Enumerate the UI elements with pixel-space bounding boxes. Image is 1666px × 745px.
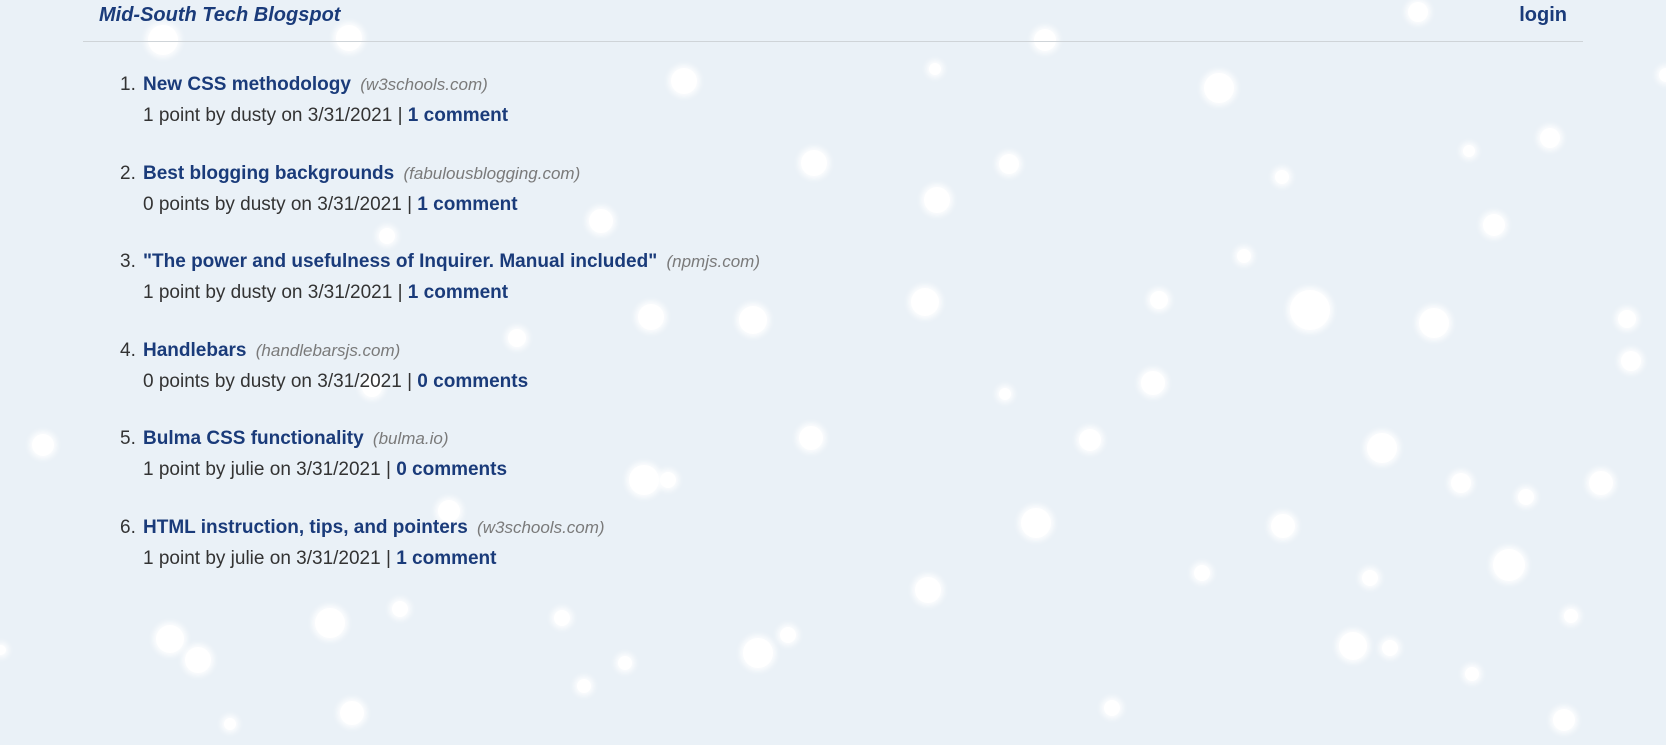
snowflake bbox=[1493, 549, 1525, 581]
post-comments-link[interactable]: 1 comment bbox=[396, 548, 496, 569]
snowflake bbox=[1618, 310, 1636, 328]
snowflake bbox=[924, 187, 950, 213]
snowflake bbox=[638, 304, 664, 330]
snowflake bbox=[1104, 700, 1120, 716]
snowflake bbox=[340, 701, 364, 725]
site-brand-link[interactable]: Mid-South Tech Blogspot bbox=[99, 4, 340, 27]
snowflake bbox=[508, 329, 526, 347]
snowflake bbox=[739, 306, 767, 334]
snowflake bbox=[0, 645, 6, 655]
post-meta: 0 points by dusty on 3/31/2021 | bbox=[143, 370, 413, 392]
post-title-link[interactable]: Best blogging backgrounds bbox=[143, 163, 394, 184]
snowflake bbox=[1465, 667, 1479, 681]
post-comments-link[interactable]: 1 comment bbox=[408, 282, 508, 303]
site-header: Mid-South Tech Blogspot login bbox=[83, 0, 1583, 42]
snowflake bbox=[801, 150, 827, 176]
snowflake bbox=[1564, 609, 1578, 623]
post-meta: 1 point by julie on 3/31/2021 | bbox=[143, 459, 391, 481]
post-domain: (fabulousblogging.com) bbox=[403, 163, 581, 183]
snowflake bbox=[1419, 308, 1449, 338]
snowflake bbox=[577, 679, 591, 693]
snowflake bbox=[1021, 508, 1051, 538]
snowflake bbox=[1659, 68, 1666, 82]
snowflake bbox=[1518, 489, 1534, 505]
post-domain: (w3schools.com) bbox=[477, 517, 605, 537]
snowflake bbox=[1553, 709, 1575, 731]
snowflake bbox=[32, 434, 54, 456]
snowflake bbox=[1483, 214, 1505, 236]
snowflake bbox=[1141, 371, 1165, 395]
snowflake bbox=[1451, 473, 1471, 493]
post-title-link[interactable]: New CSS methodology bbox=[143, 74, 351, 95]
post-domain: (bulma.io) bbox=[372, 429, 449, 449]
snowflake bbox=[1271, 514, 1295, 538]
post-number: 4. bbox=[120, 339, 136, 361]
post-number: 3. bbox=[120, 251, 136, 273]
snowflake bbox=[224, 718, 236, 730]
snowflake bbox=[589, 209, 613, 233]
snowflake bbox=[999, 154, 1019, 174]
snowflake bbox=[1150, 291, 1168, 309]
snowflake bbox=[1589, 471, 1613, 495]
post-comments-link[interactable]: 1 comment bbox=[408, 105, 508, 126]
post-title-link[interactable]: Handlebars bbox=[143, 340, 246, 361]
post-comments-link[interactable]: 0 comments bbox=[417, 371, 528, 392]
post-title-link[interactable]: Bulma CSS functionality bbox=[143, 428, 364, 449]
post-number: 2. bbox=[120, 162, 136, 184]
snowflake bbox=[929, 63, 941, 75]
login-link[interactable]: login bbox=[1519, 4, 1567, 27]
snowflake bbox=[1339, 632, 1367, 660]
snowflake bbox=[1362, 570, 1378, 586]
snowflake bbox=[1540, 128, 1560, 148]
snowflake bbox=[1290, 290, 1330, 330]
post-domain: (npmjs.com) bbox=[666, 252, 760, 272]
snowflake bbox=[671, 68, 697, 94]
post-title-link[interactable]: "The power and usefulness of Inquirer. M… bbox=[143, 251, 657, 272]
snowflake bbox=[1621, 351, 1641, 371]
snowflake bbox=[185, 647, 211, 673]
snowflake bbox=[799, 426, 823, 450]
post-domain: (handlebarsjs.com) bbox=[255, 340, 401, 360]
post-meta: 1 point by dusty on 3/31/2021 | bbox=[143, 282, 403, 304]
snowflake bbox=[315, 608, 345, 638]
snowflake bbox=[911, 288, 939, 316]
post-meta: 0 points by dusty on 3/31/2021 | bbox=[143, 193, 413, 215]
snowflake bbox=[618, 656, 632, 670]
snowflake bbox=[1463, 145, 1475, 157]
post-number: 5. bbox=[120, 428, 136, 450]
post-title-link[interactable]: HTML instruction, tips, and pointers bbox=[143, 517, 468, 538]
post-domain: (w3schools.com) bbox=[360, 75, 488, 94]
snowflake bbox=[743, 638, 773, 668]
snowflake bbox=[554, 610, 570, 626]
snowflake bbox=[392, 601, 408, 617]
snowflake bbox=[780, 627, 796, 643]
post-comments-link[interactable]: 1 comment bbox=[417, 194, 517, 215]
post-number: 6. bbox=[120, 516, 136, 538]
snowflake bbox=[1204, 73, 1234, 103]
snowflake bbox=[1237, 249, 1251, 263]
snowflake bbox=[629, 465, 659, 495]
post-comments-link[interactable]: 0 comments bbox=[396, 459, 507, 480]
snowflake bbox=[156, 625, 184, 653]
post-number: 1. bbox=[120, 74, 136, 95]
snowflake bbox=[999, 388, 1011, 400]
post-meta: 1 point by julie on 3/31/2021 | bbox=[143, 547, 391, 569]
snowflake bbox=[1275, 170, 1289, 184]
snowflake bbox=[379, 228, 395, 244]
post-meta: 1 point by dusty on 3/31/2021 | bbox=[143, 105, 403, 126]
snowflake bbox=[915, 577, 941, 603]
snowflake bbox=[1079, 429, 1101, 451]
snowflake bbox=[1367, 433, 1397, 463]
snowflake bbox=[1194, 565, 1210, 581]
snowflake bbox=[660, 472, 676, 488]
snowflake bbox=[1382, 640, 1398, 656]
